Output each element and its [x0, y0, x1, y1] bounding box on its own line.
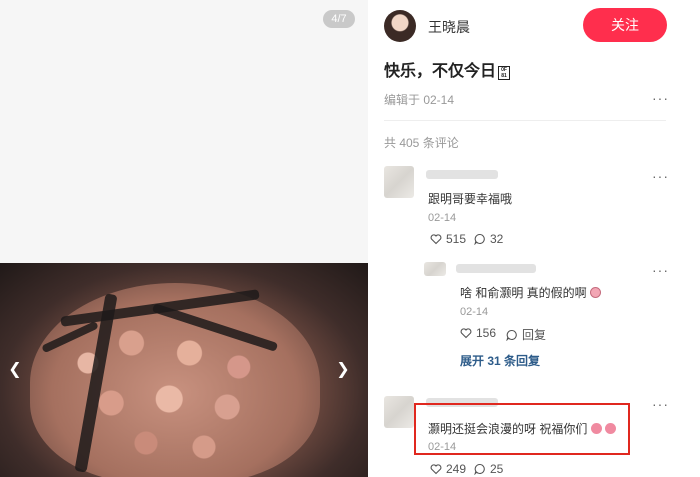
like-count: 156: [476, 326, 497, 340]
tulip-emoji: [590, 423, 602, 434]
more-options-icon[interactable]: ···: [652, 262, 669, 278]
comment-text: 跟明哥要幸福哦: [428, 192, 513, 206]
reply-text: 啥 和俞灏明 真的假的啊: [460, 284, 602, 301]
comment-bubble-icon: [474, 233, 485, 245]
reply-count: 25: [490, 462, 504, 476]
post-title: 快乐，不仅今日 0F 81: [384, 57, 511, 81]
comment-text-content: 灏明还挺会浪漫的呀 祝福你们: [428, 422, 588, 436]
more-options-icon[interactable]: ···: [652, 396, 669, 412]
post-detail-panel: 王晓晨 关注 快乐，不仅今日 0F 81 编辑于 02-14 ··· 共 405 …: [368, 0, 700, 477]
commenter-avatar[interactable]: [384, 166, 414, 198]
comment-date: 02-14: [428, 212, 457, 224]
like-button[interactable]: 249: [430, 462, 466, 476]
edited-date: 编辑于 02-14: [384, 93, 455, 107]
chevron-left-icon[interactable]: ❮: [6, 358, 24, 382]
chevron-right-icon[interactable]: ❯: [334, 358, 352, 382]
author-avatar[interactable]: [384, 10, 416, 42]
heart-icon: [430, 464, 442, 475]
reply-label: 回复: [522, 328, 547, 342]
unicode-glyph: 0F 81: [498, 66, 511, 80]
commenter-avatar[interactable]: [384, 396, 414, 428]
like-count: 249: [446, 462, 467, 476]
like-button[interactable]: 515: [430, 232, 466, 246]
reply-text-content: 啥 和俞灏明 真的假的啊: [460, 286, 587, 300]
reply-count: 32: [490, 232, 504, 246]
commenter-name[interactable]: [426, 170, 498, 179]
author-name[interactable]: 王晓晨: [428, 17, 470, 37]
post-image[interactable]: [0, 263, 368, 477]
reply-button[interactable]: 25: [474, 462, 503, 476]
replier-name[interactable]: [456, 264, 536, 273]
divider: [384, 120, 666, 121]
reply-button[interactable]: 回复: [506, 326, 546, 343]
replier-avatar[interactable]: [424, 262, 446, 276]
follow-button[interactable]: 关注: [583, 8, 667, 42]
heart-icon: [430, 234, 442, 245]
tulip-emoji: [605, 423, 617, 434]
heart-icon: [460, 328, 472, 339]
like-button[interactable]: 156: [460, 326, 496, 340]
like-count: 515: [446, 232, 467, 246]
comment-bubble-icon: [506, 329, 517, 341]
comment-text: 灏明还挺会浪漫的呀 祝福你们: [428, 420, 617, 437]
comment-bubble-icon: [474, 463, 485, 475]
image-counter: 4/7: [323, 10, 355, 28]
media-viewer: 4/7 ❮ ❯: [0, 0, 368, 477]
comment-date: 02-14: [428, 441, 457, 453]
expand-replies-link[interactable]: 展开 31 条回复: [460, 352, 540, 369]
reply-date: 02-14: [460, 306, 489, 318]
post-title-text: 快乐，不仅今日: [384, 63, 497, 80]
pig-face-emoji: [590, 287, 602, 298]
more-options-icon[interactable]: ···: [652, 168, 669, 184]
comment-count: 共 405 条评论: [384, 136, 459, 150]
reply-button[interactable]: 32: [474, 232, 503, 246]
more-options-icon[interactable]: ···: [652, 90, 669, 106]
